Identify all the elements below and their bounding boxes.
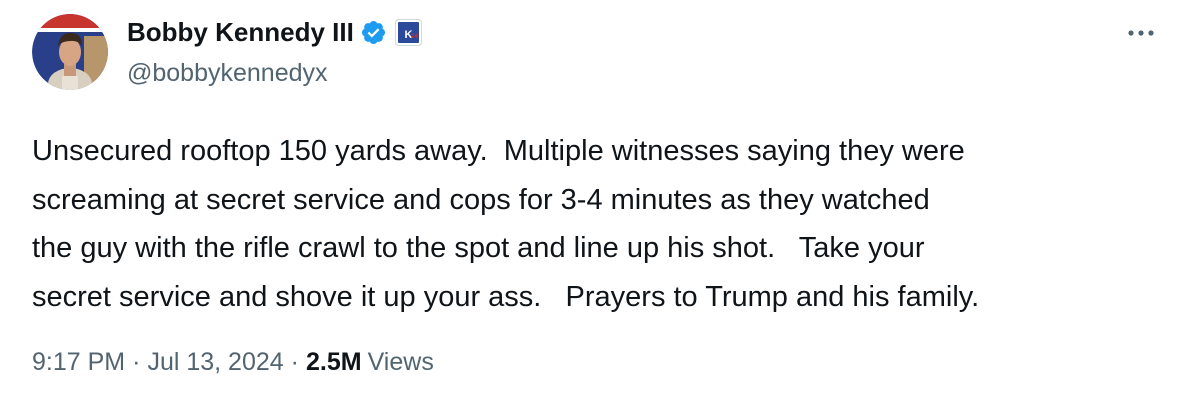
meta-separator: · (290, 348, 299, 376)
views-label: Views (367, 348, 434, 376)
tweet-card: Bobby Kennedy III K 24 @bobbykennedyx Un… (0, 0, 1198, 418)
views-count: 2.5M (305, 348, 362, 376)
author-block: Bobby Kennedy III K 24 @bobbykennedyx (127, 14, 422, 88)
svg-text:24: 24 (411, 34, 418, 40)
affiliate-badge-icon[interactable]: K 24 (394, 18, 422, 46)
tweet-time[interactable]: 9:17 PM (32, 348, 125, 377)
author-handle[interactable]: @bobbykennedyx (127, 59, 422, 88)
verified-badge-icon[interactable] (360, 19, 387, 46)
tweet-text: Unsecured rooftop 150 yards away. Multip… (32, 135, 980, 313)
meta-separator: · (132, 348, 141, 376)
name-row: Bobby Kennedy III K 24 (127, 14, 422, 50)
tweet-date[interactable]: Jul 13, 2024 (147, 348, 283, 377)
display-name[interactable]: Bobby Kennedy III (127, 17, 354, 48)
avatar[interactable] (32, 14, 108, 90)
tweet-meta: 9:17 PM · Jul 13, 2024 · 2.5M Views (32, 348, 434, 377)
more-horizontal-icon[interactable] (1124, 26, 1158, 40)
avatar-photo (32, 14, 108, 90)
